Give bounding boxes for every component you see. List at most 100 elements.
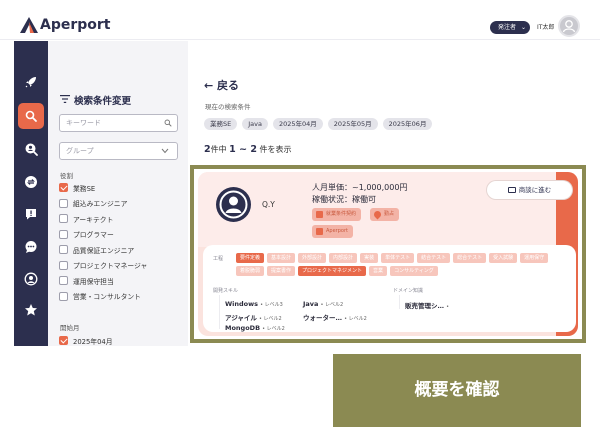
unit-price: 人月単価：~1,000,000円 — [312, 183, 408, 192]
role-checkbox-label: 営業・コンサルタント — [73, 293, 141, 301]
user-avatar[interactable] — [558, 15, 580, 37]
message-icon — [25, 241, 37, 253]
checkbox[interactable] — [59, 336, 68, 345]
nav-person-search[interactable] — [18, 136, 44, 162]
process-chip: 総合テスト — [453, 253, 487, 263]
consult-button[interactable]: 商談に進む — [487, 181, 572, 199]
skill-level: • レベル3 — [260, 302, 283, 308]
checkbox[interactable] — [59, 183, 68, 192]
engineer-name: Q.Y — [262, 200, 275, 209]
skill-level: • レベル2 — [262, 326, 285, 332]
domain-name: 販売管理シ… — [405, 302, 444, 310]
process-chip: 受入試験 — [489, 253, 518, 263]
location-chip-label: 勤占 — [384, 211, 395, 217]
process-chip: 結合テスト — [417, 253, 451, 263]
engineer-avatar — [216, 187, 251, 222]
location-chip: 勤占 — [370, 208, 400, 221]
role-checkbox-label: 運用保守担当 — [73, 277, 114, 286]
card-details: 工程 要件定義 基本設計 外部設計 内部設計 実装 単体テスト 結合テスト 総合テスト 受入試験… — [203, 245, 576, 332]
availability-status: 稼働状況：稼働可 — [312, 195, 376, 204]
back-link[interactable]: ← 戻る — [204, 77, 239, 93]
start-month-checkbox-label: 2025年04月 — [73, 337, 113, 346]
process-chip: 要件定義 — [236, 253, 265, 263]
role-section-label: 役割 — [60, 172, 73, 180]
process-chip: 単体テスト — [381, 253, 415, 263]
result-range: 1 ~ 2 — [229, 144, 257, 155]
process-label: 工程 — [213, 256, 224, 262]
nav-chat-alert[interactable] — [18, 201, 44, 227]
checkbox[interactable] — [59, 229, 68, 239]
logo[interactable]: Aperport — [20, 17, 111, 33]
role-checkbox[interactable]: プロジェクトマネージャ — [59, 260, 147, 271]
skill-item: ウォーター… • レベル2 — [303, 312, 367, 322]
process-chip: 内部設計 — [329, 253, 358, 263]
role-checkbox-label: プログラマー — [73, 231, 114, 239]
role-checkbox-label: アーキテクト — [73, 215, 114, 224]
domain-divider — [399, 295, 400, 309]
logo-mark-icon — [20, 17, 38, 33]
role-checkbox[interactable]: 業務SE — [59, 182, 95, 193]
nav-support[interactable] — [18, 266, 44, 292]
app-name: Aperport — [40, 17, 111, 33]
role-switcher[interactable]: 発注者 ⌄ — [490, 21, 531, 34]
skill-name: ウォーター… — [303, 314, 342, 322]
condition-tag-list: 業務SE Java 2025年04月 2025年05月 2025年06月 — [204, 118, 433, 130]
checkbox[interactable] — [59, 276, 68, 285]
checkbox[interactable] — [59, 260, 68, 270]
process-chip: 営業 — [369, 266, 388, 276]
domain-label: ドメイン知識 — [393, 288, 424, 294]
skill-item: Windows • レベル3 — [225, 300, 283, 308]
process-chip: 基本設計 — [267, 253, 296, 263]
condition-tag: 2025年06月 — [382, 118, 433, 130]
keyword-placeholder: キーワード — [66, 119, 101, 127]
nav-messages[interactable] — [18, 234, 44, 260]
process-chip-list: 要件定義 基本設計 外部設計 内部設計 実装 単体テスト 結合テスト 総合テスト 受入試験 運用保… — [236, 253, 556, 276]
checkbox[interactable] — [59, 245, 68, 254]
role-checkbox[interactable]: 運用保守担当 — [59, 275, 114, 286]
result-total: 2 — [204, 144, 211, 155]
start-month-checkbox[interactable]: 2025年04月 — [59, 335, 113, 346]
checkbox[interactable] — [59, 214, 68, 223]
company-icon — [316, 228, 323, 235]
skill-name: MongoDB — [225, 324, 261, 332]
keyword-input[interactable]: キーワード — [59, 114, 178, 132]
contract-chip: 就業条件契約 — [312, 208, 362, 221]
nav-rocket[interactable] — [18, 69, 44, 95]
process-chip: コンサルティング — [390, 266, 438, 276]
group-select[interactable]: グループ — [59, 142, 178, 160]
nav-search[interactable] — [18, 103, 44, 129]
side-nav — [14, 41, 48, 346]
contract-chip-label: 就業条件契約 — [326, 211, 357, 217]
start-month-section-label: 開始月 — [60, 324, 80, 332]
filter-title: 検索条件変更 — [74, 96, 132, 107]
role-checkbox[interactable]: 営業・コンサルタント — [59, 291, 141, 302]
skill-item: Java • レベル2 — [303, 300, 343, 308]
overview-button[interactable]: 概要を確認 — [333, 354, 581, 427]
domain-item: 販売管理シ… • — [405, 300, 449, 310]
current-conditions-label: 現在の検索条件 — [205, 103, 251, 111]
role-checkbox[interactable]: 品質保証エンジニア — [59, 244, 134, 255]
top-header: Aperport 発注者 ⌄ IT太郎 — [0, 0, 600, 40]
process-chip: プロジェクトマネジメント — [298, 266, 367, 276]
checkbox[interactable] — [59, 198, 68, 208]
process-chip: 外部設計 — [298, 253, 327, 263]
process-chip: 着脱脆弱 — [236, 266, 265, 276]
engineer-card[interactable]: Q.Y 人月単価：~1,000,000円 稼働状況：稼働可 就業条件契約 勤占 … — [198, 172, 578, 336]
chat-alert-icon — [26, 209, 36, 220]
result-range-suffix: 件を表示 — [259, 145, 292, 154]
role-checkbox[interactable]: 組込みエンジニア — [59, 198, 127, 209]
person-search-icon — [25, 143, 38, 156]
nav-exchange[interactable] — [18, 169, 44, 195]
filter-panel: 検索条件変更 キーワード グループ 役割 業務SE 組込みエンジニア アーキテクトプ… — [48, 41, 188, 346]
role-label: 発注者 — [498, 24, 517, 31]
checkbox[interactable] — [59, 291, 68, 301]
consult-button-label: 商談に進む — [518, 186, 552, 194]
role-checkbox[interactable]: プログラマー — [59, 229, 114, 240]
nav-favorites[interactable] — [18, 297, 44, 323]
skill-level: • レベル2 — [320, 302, 344, 308]
role-checkbox-label: 品質保証エンジニア — [73, 246, 135, 255]
process-chip: 実装 — [360, 253, 379, 263]
skill-name: Windows — [225, 300, 259, 308]
role-checkbox-label: 組込みエンジニア — [73, 200, 128, 208]
role-checkbox[interactable]: アーキテクト — [59, 213, 113, 224]
